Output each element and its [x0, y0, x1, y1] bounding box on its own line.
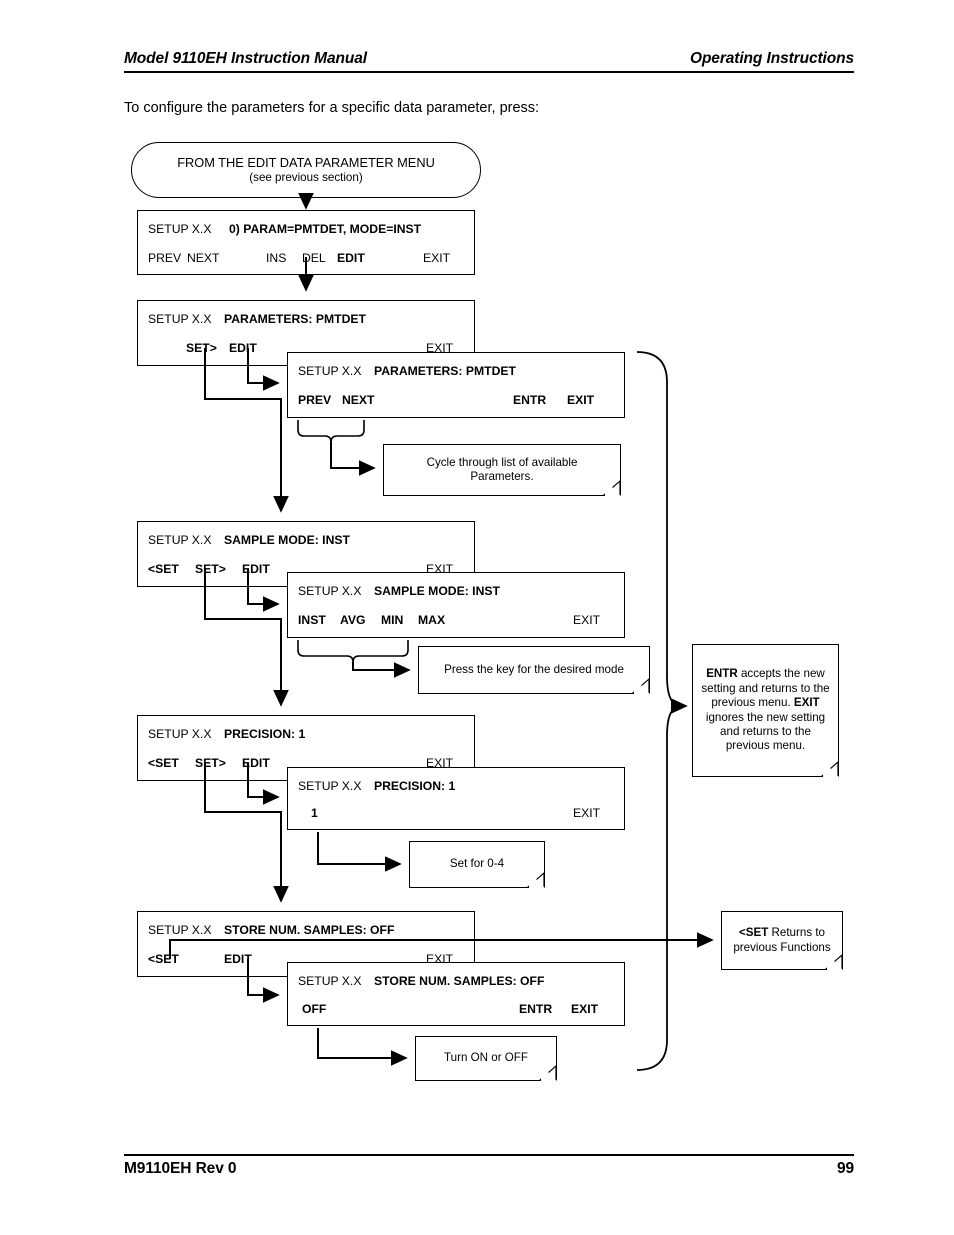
flow-connectors — [169, 193, 714, 1071]
footer-rule — [124, 1154, 854, 1156]
page-footer: M9110EH Rev 0 99 — [124, 1154, 854, 1178]
manual-page: Model 9110EH Instruction Manual Operatin… — [0, 0, 954, 1235]
footer-page-number: 99 — [836, 1160, 854, 1177]
footer-left: M9110EH Rev 0 — [124, 1160, 237, 1177]
